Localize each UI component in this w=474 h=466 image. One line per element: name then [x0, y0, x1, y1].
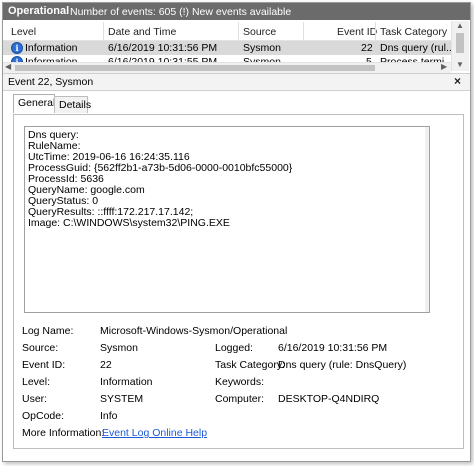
tab-general[interactable]: General	[13, 94, 55, 113]
task-category-value: Dns query (rule: DnsQuery)	[278, 359, 407, 371]
grid-vertical-scrollbar[interactable]: ▲ ▼	[451, 21, 469, 71]
log-title: Operational	[8, 5, 70, 17]
scroll-thumb[interactable]	[15, 65, 375, 71]
column-separator[interactable]	[375, 22, 376, 40]
source-label: Source:	[22, 342, 59, 354]
log-name-value: Microsoft-Windows-Sysmon/Operational	[100, 325, 288, 337]
more-information-label: More Information:	[22, 427, 105, 439]
row-task-category: Dns query (rul...	[380, 42, 455, 54]
event-description-textbox[interactable]: Dns query: RuleName: UtcTime: 2019-06-16…	[24, 126, 430, 313]
level-value: Information	[100, 376, 153, 388]
textbox-scrollbar[interactable]	[425, 127, 429, 312]
source-value: Sysmon	[100, 342, 138, 354]
grid-header: Level Date and Time Source Event ID Task…	[3, 22, 451, 41]
keywords-label: Keywords:	[215, 376, 265, 388]
column-separator[interactable]	[303, 22, 304, 40]
table-row[interactable]: i Information 6/16/2019 10:31:56 PM Sysm…	[3, 41, 455, 55]
information-icon: i	[11, 42, 23, 54]
grid-horizontal-scrollbar[interactable]: ◀ ▶	[3, 62, 451, 73]
row-source: Sysmon	[243, 42, 281, 54]
opcode-value: Info	[100, 410, 118, 422]
column-event-id[interactable]: Event ID	[337, 26, 377, 38]
user-value: SYSTEM	[100, 393, 144, 405]
event-id-value: 22	[100, 359, 112, 371]
row-event-id: 22	[361, 42, 373, 54]
description-line: Image: C:\WINDOWS\system32\PING.EXE	[28, 217, 230, 229]
row-date-time: 6/16/2019 10:31:56 PM	[108, 42, 218, 54]
event-viewer-window: Operational Number of events: 605 (!) Ne…	[2, 2, 471, 462]
logged-label: Logged:	[215, 342, 253, 354]
event-detail-title: Event 22, Sysmon	[8, 76, 94, 88]
opcode-label: OpCode:	[22, 410, 65, 422]
scroll-right-icon[interactable]: ▶	[441, 62, 447, 71]
column-date-time[interactable]: Date and Time	[108, 26, 176, 38]
tab-label: General	[18, 97, 56, 109]
scroll-up-icon[interactable]: ▲	[456, 21, 464, 30]
computer-label: Computer:	[215, 393, 265, 405]
tab-label: Details	[59, 99, 92, 111]
log-header-bar: Operational Number of events: 605 (!) Ne…	[3, 3, 470, 20]
column-task-category[interactable]: Task Category	[380, 26, 447, 38]
scroll-left-icon[interactable]: ◀	[5, 62, 11, 71]
tab-details[interactable]: Details	[54, 96, 92, 113]
event-id-label: Event ID:	[22, 359, 66, 371]
event-detail-header: Event 22, Sysmon ×	[3, 73, 470, 91]
event-count-summary: Number of events: 605 (!) New events ava…	[70, 6, 292, 18]
event-log-online-help-link[interactable]: Event Log Online Help	[102, 427, 207, 439]
task-category-label: Task Category:	[215, 359, 286, 371]
computer-value: DESKTOP-Q4NDIRQ	[278, 393, 380, 405]
scroll-down-icon[interactable]: ▼	[456, 60, 464, 69]
level-label: Level:	[22, 376, 51, 388]
user-label: User:	[22, 393, 48, 405]
row-level: Information	[25, 42, 78, 54]
log-name-label: Log Name:	[22, 325, 74, 337]
column-source[interactable]: Source	[243, 26, 276, 38]
column-separator[interactable]	[103, 22, 104, 40]
column-separator[interactable]	[238, 22, 239, 40]
column-level[interactable]: Level	[11, 26, 36, 38]
close-icon[interactable]: ×	[454, 74, 461, 88]
logged-value: 6/16/2019 10:31:56 PM	[278, 342, 388, 354]
scroll-thumb[interactable]	[456, 33, 464, 53]
